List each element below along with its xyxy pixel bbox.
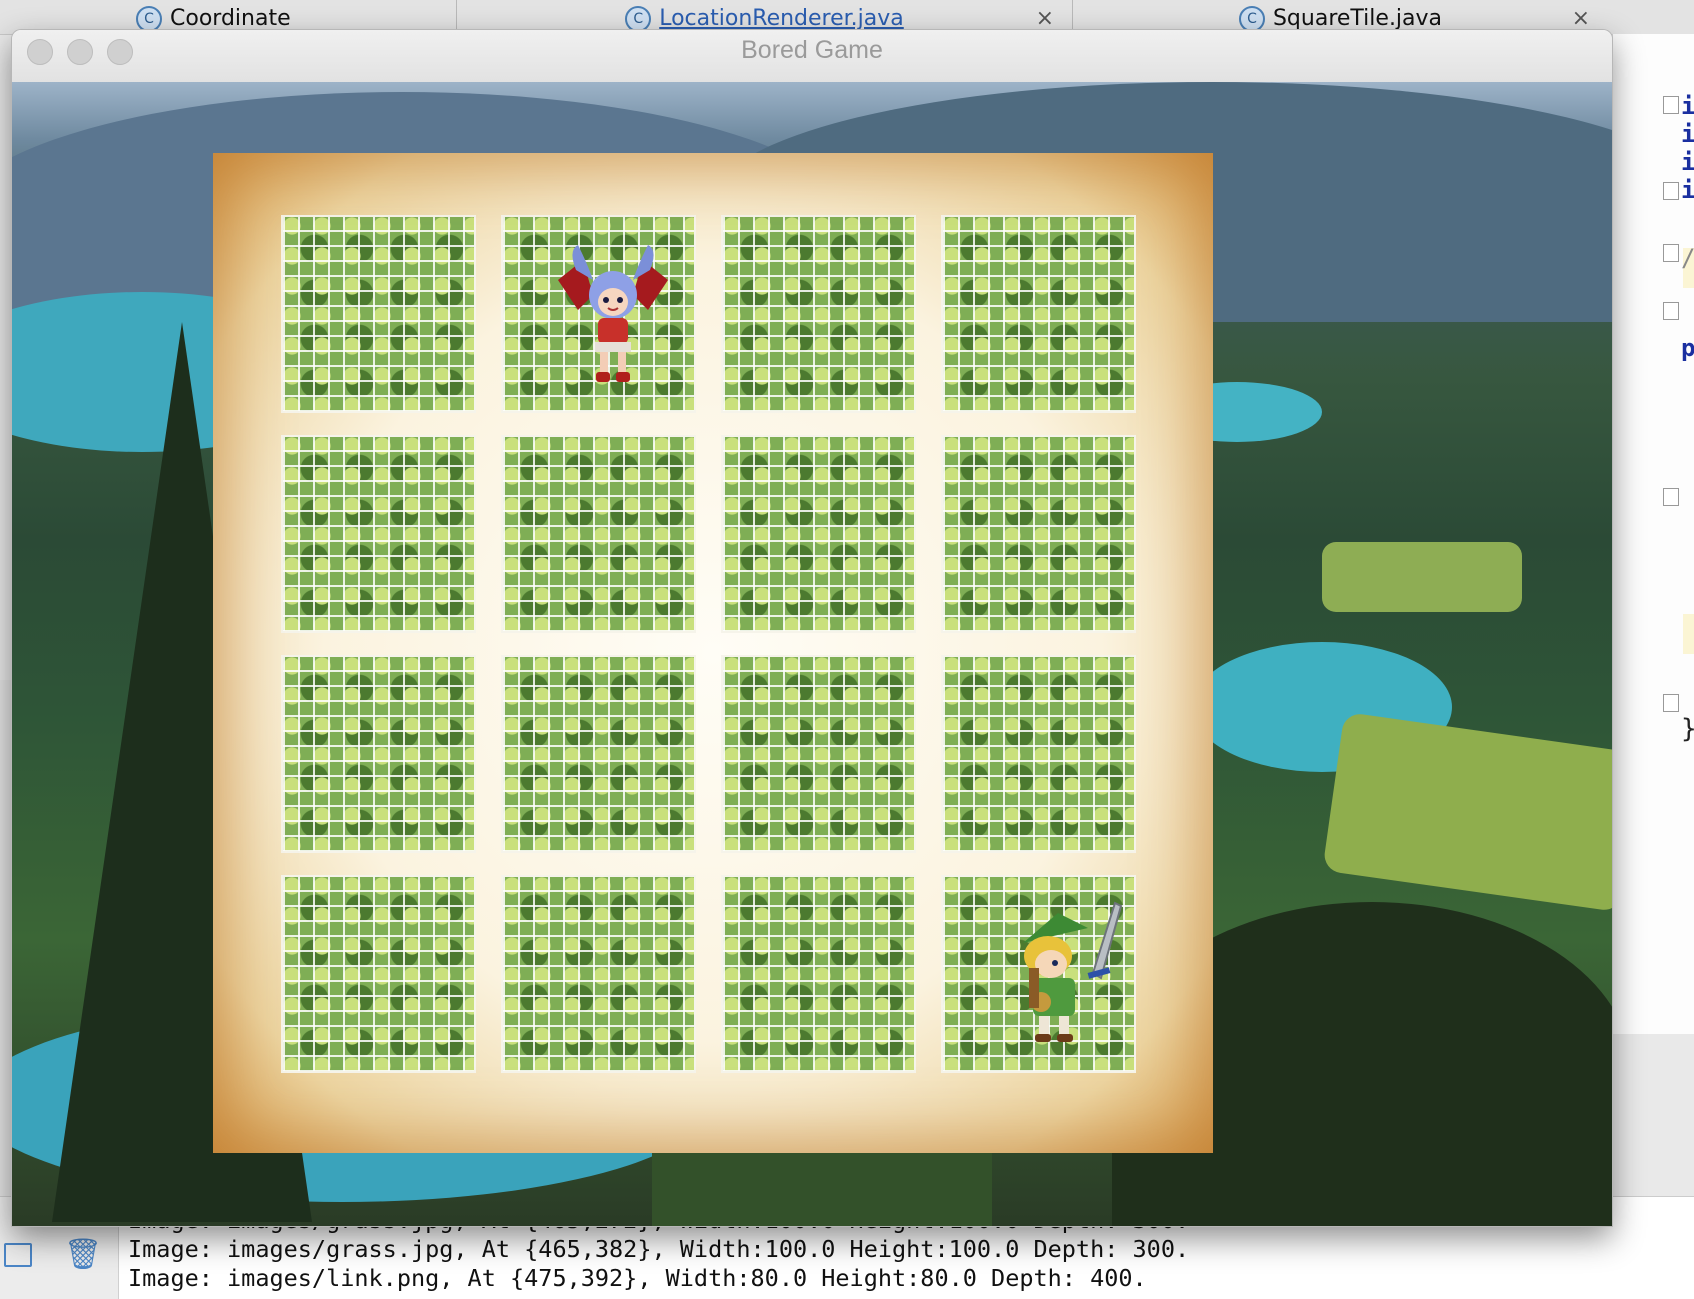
code-glyph: i: [1681, 148, 1694, 176]
code-glyph: p: [1681, 334, 1694, 362]
grass-tile[interactable]: [721, 215, 916, 413]
tab-location-renderer[interactable]: C LocationRenderer.java ×: [456, 0, 1072, 34]
code-glyph: i: [1681, 92, 1694, 120]
tab-label: SquareTile.java: [1272, 6, 1443, 31]
winged-girl-sprite[interactable]: [548, 240, 678, 390]
grass-tile[interactable]: [721, 655, 916, 853]
code-glyph: /: [1681, 244, 1694, 272]
fold-marker-icon[interactable]: [1663, 694, 1679, 712]
grass-tile[interactable]: [281, 655, 476, 853]
restore-layout-icon[interactable]: [4, 1243, 32, 1267]
class-c-icon: C: [136, 6, 162, 32]
class-c-icon: C: [1238, 6, 1265, 32]
window-titlebar[interactable]: Bored Game: [12, 30, 1612, 83]
grass-tile[interactable]: [281, 215, 476, 413]
ide-left-panel-edge: [0, 680, 11, 1240]
tab-label: Coordinate: [170, 6, 291, 31]
fold-marker-icon[interactable]: [1663, 244, 1679, 262]
fold-marker-icon[interactable]: [1663, 302, 1679, 320]
fold-marker-icon[interactable]: [1663, 488, 1679, 506]
line-highlight: [1683, 614, 1694, 654]
grass-tile[interactable]: [721, 875, 916, 1073]
grass-tile[interactable]: [941, 215, 1136, 413]
meadow-shape: [1322, 711, 1612, 913]
game-board: [213, 153, 1213, 1153]
tab-square-tile[interactable]: C SquareTile.java ×: [1072, 0, 1608, 34]
grass-tile[interactable]: [501, 435, 696, 633]
grass-tile[interactable]: [721, 435, 916, 633]
fold-marker-icon[interactable]: [1663, 96, 1679, 114]
fold-marker-icon[interactable]: [1663, 182, 1679, 200]
code-glyph: }: [1681, 714, 1694, 744]
trash-icon[interactable]: 🗑: [64, 1237, 102, 1272]
code-glyph: i: [1681, 120, 1694, 148]
tab-coordinate[interactable]: C Coordinate: [136, 0, 456, 34]
code-glyph: i: [1681, 176, 1694, 204]
window-title: Bored Game: [741, 36, 883, 64]
grass-tile[interactable]: [941, 435, 1136, 633]
grass-tile[interactable]: [941, 655, 1136, 853]
class-c-icon: C: [625, 6, 652, 32]
meadow-shape: [1322, 542, 1522, 612]
grass-tile[interactable]: [501, 875, 696, 1073]
code-editor-pane[interactable]: i i i i / p }: [1612, 34, 1694, 1034]
tab-label: LocationRenderer.java: [659, 6, 904, 31]
console-line: Image: images/grass.jpg, At {465,382}, W…: [128, 1235, 1190, 1263]
grass-tile[interactable]: [281, 875, 476, 1073]
grass-tile[interactable]: [281, 435, 476, 633]
console-line: Image: images/link.png, At {475,392}, Wi…: [128, 1264, 1147, 1292]
link-sprite[interactable]: [993, 898, 1123, 1048]
game-window: Bored Game: [12, 30, 1612, 1226]
grass-tile[interactable]: [501, 655, 696, 853]
